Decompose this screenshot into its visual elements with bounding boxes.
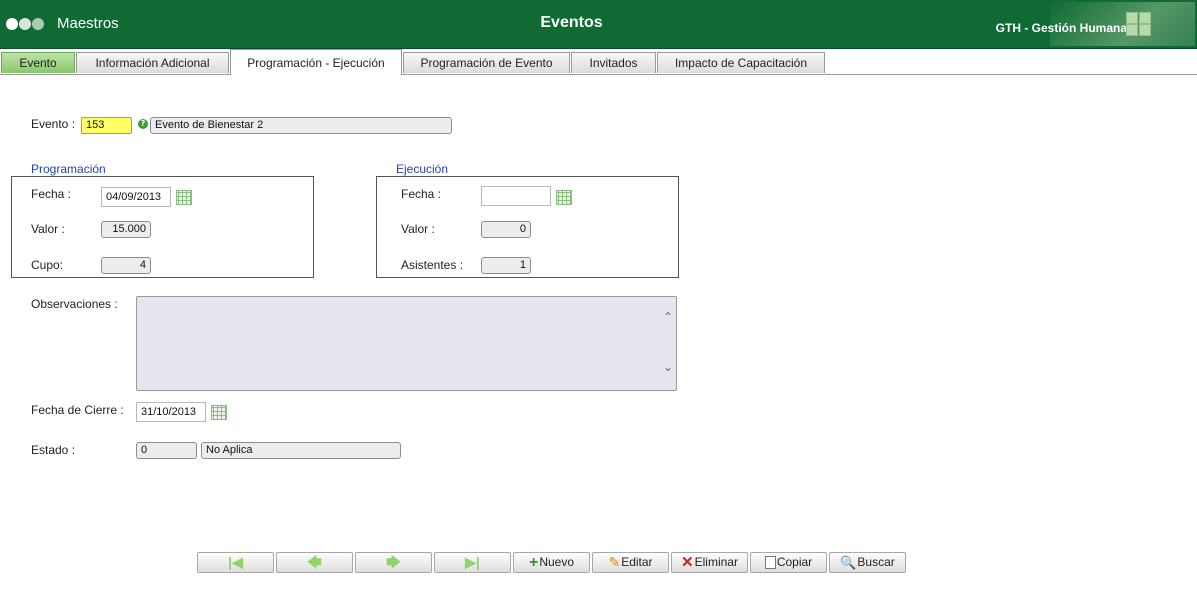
previous-record-button[interactable]: 🡄 (276, 552, 353, 573)
people-logo-icon (1126, 12, 1162, 44)
editar-label: Editar (621, 555, 653, 569)
pencil-icon: ✎ (608, 554, 621, 571)
evento-code-field[interactable]: 153 (81, 117, 132, 134)
nuevo-label: Nuevo (539, 555, 575, 569)
programacion-title: Programación (31, 162, 106, 176)
estado-label: Estado : (31, 443, 76, 457)
prog-fecha-label: Fecha : (31, 187, 72, 201)
plus-icon: + (528, 553, 539, 571)
calendar-icon[interactable] (176, 190, 192, 205)
ejec-fecha-label: Fecha : (401, 187, 442, 201)
observaciones-label: Observaciones : (31, 297, 118, 311)
next-record-button[interactable]: 🡆 (355, 552, 432, 573)
eliminar-label: Eliminar (694, 555, 738, 569)
last-record-button[interactable]: ▶| (434, 552, 511, 573)
buscar-button[interactable]: 🔍Buscar (829, 552, 906, 573)
eliminar-button[interactable]: ✕Eliminar (671, 552, 748, 573)
tab-evento[interactable]: Evento (1, 52, 75, 73)
evento-label: Evento : (31, 117, 76, 131)
page-title: Eventos (540, 14, 603, 31)
copiar-button[interactable]: Copiar (750, 552, 827, 573)
tab-invitados[interactable]: Invitados (571, 52, 656, 73)
tab-programacion-de-evento[interactable]: Programación de Evento (403, 52, 570, 73)
prog-cupo-field[interactable]: 4 (101, 257, 151, 274)
estado-code-field[interactable]: 0 (136, 442, 197, 459)
ejecucion-title: Ejecución (396, 162, 449, 176)
scroll-down-icon[interactable]: ⌄ (663, 361, 673, 373)
help-icon[interactable]: ? (138, 119, 148, 129)
brand-name: GTH - Gestión Humana (995, 21, 1127, 35)
first-record-button[interactable]: |◀ (197, 552, 274, 573)
ejec-asistentes-field[interactable]: 1 (481, 257, 531, 274)
app-header: Maestros Eventos GTH - Gestión Humana (0, 0, 1197, 49)
observaciones-textarea[interactable] (136, 296, 677, 391)
first-icon: |◀ (228, 554, 243, 570)
ejec-valor-label: Valor : (401, 222, 435, 236)
copiar-label: Copiar (776, 555, 813, 569)
arrow-right-icon: 🡆 (386, 554, 401, 570)
calendar-icon[interactable] (211, 405, 227, 420)
ejec-asistentes-label: Asistentes : (401, 258, 464, 272)
ejec-fecha-input[interactable] (481, 186, 551, 206)
prog-cupo-label: Cupo: (31, 258, 64, 272)
estado-name-field[interactable]: No Aplica (201, 442, 401, 459)
ejec-valor-field[interactable]: 0 (481, 221, 531, 238)
last-icon: ▶| (465, 554, 480, 570)
delete-icon: ✕ (681, 554, 694, 572)
prog-valor-label: Valor : (31, 222, 65, 236)
copy-icon (764, 556, 776, 570)
calendar-icon[interactable] (556, 190, 572, 205)
cierre-input[interactable]: 31/10/2013 (136, 402, 206, 422)
evento-name-field[interactable]: Evento de Bienestar 2 (150, 117, 452, 134)
tab-programacion-ejecucion[interactable]: Programación - Ejecución (230, 49, 402, 75)
scroll-up-icon[interactable]: ⌃ (663, 311, 673, 323)
search-icon: 🔍 (840, 555, 857, 571)
arrow-left-icon: 🡄 (307, 554, 322, 570)
tab-informacion-adicional[interactable]: Información Adicional (76, 52, 229, 73)
tab-bar: Evento Información Adicional Programació… (0, 49, 1197, 75)
nuevo-button[interactable]: +Nuevo (513, 552, 590, 573)
tab-impacto-capacitacion[interactable]: Impacto de Capacitación (657, 52, 825, 73)
prog-valor-field[interactable]: 15.000 (101, 221, 151, 238)
buscar-label: Buscar (857, 555, 895, 569)
prog-fecha-input[interactable]: 04/09/2013 (101, 187, 171, 207)
editar-button[interactable]: ✎Editar (592, 552, 669, 573)
cierre-label: Fecha de Cierre : (31, 403, 124, 417)
